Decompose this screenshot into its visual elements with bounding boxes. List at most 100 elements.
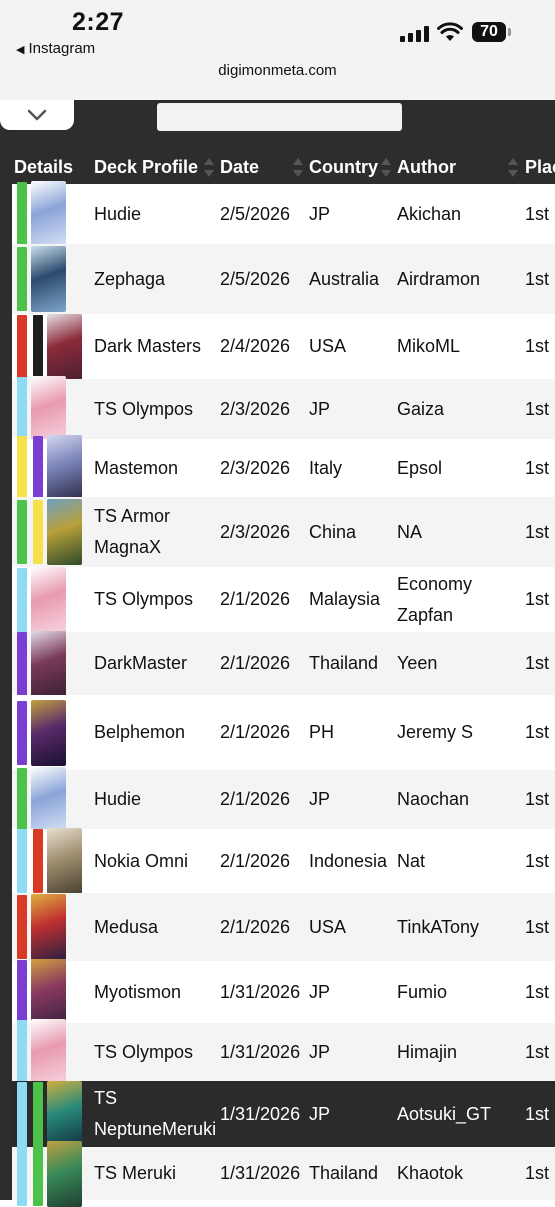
deck-date: 2/3/2026 — [220, 521, 291, 542]
deck-card-image[interactable] — [31, 246, 66, 312]
table-row[interactable]: TS Olympos 1/31/2026 JP Himajin 1st — [12, 1019, 555, 1085]
table-left-edge — [0, 497, 12, 567]
deck-card-image[interactable] — [47, 828, 82, 894]
table-row[interactable]: TS Armor MagnaX 2/3/2026 China NA 1st — [12, 497, 555, 567]
deck-card-image[interactable] — [47, 1140, 82, 1207]
deck-color-bar — [17, 314, 27, 379]
sort-author-icon[interactable] — [508, 155, 518, 181]
deck-card-image[interactable] — [47, 1081, 82, 1147]
deck-author: Aotsuki_GT — [397, 1103, 492, 1124]
deck-name[interactable]: Medusa — [94, 893, 218, 961]
deck-card-image[interactable] — [31, 181, 66, 247]
back-to-app-link[interactable]: ◀ Instagram — [16, 40, 95, 57]
table-row[interactable]: Medusa 2/1/2026 USA TinkATony 1st — [12, 893, 555, 961]
deck-card-image[interactable] — [31, 699, 66, 766]
deck-name[interactable]: Mastemon — [94, 439, 218, 497]
search-input[interactable] — [157, 103, 402, 131]
deck-placement: 1st — [525, 457, 550, 478]
header-placement[interactable]: Plac — [525, 157, 555, 178]
table-row[interactable]: TS Olympos 2/3/2026 JP Gaiza 1st — [12, 376, 555, 442]
deck-card-image[interactable] — [31, 959, 66, 1025]
table-left-edge — [0, 961, 12, 1023]
deck-card-image[interactable] — [31, 766, 66, 833]
deck-name[interactable]: Zephaga — [94, 244, 218, 314]
deck-name[interactable]: TS Armor MagnaX — [94, 497, 218, 567]
deck-card-image[interactable] — [31, 894, 66, 960]
deck-name[interactable]: TS Olympos — [94, 567, 218, 632]
table-row[interactable]: Hudie 2/5/2026 JP Akichan 1st — [12, 181, 555, 247]
deck-name[interactable]: Hudie — [94, 184, 218, 244]
header-deck-profile[interactable]: Deck Profile — [94, 157, 198, 178]
deck-color-bar — [17, 829, 27, 893]
deck-color-bar — [17, 567, 27, 632]
deck-card-image[interactable] — [31, 630, 66, 697]
deck-author: Fumio — [397, 981, 448, 1002]
deck-date: 1/31/2026 — [220, 1041, 301, 1062]
sort-country-icon[interactable] — [381, 155, 391, 181]
deck-date: 2/3/2026 — [220, 398, 291, 419]
deck-name[interactable]: Nokia Omni — [94, 829, 218, 893]
deck-author: Airdramon — [397, 268, 481, 289]
table-left-edge — [0, 1147, 12, 1200]
deck-color-bar — [33, 1141, 43, 1206]
table-left-edge — [0, 829, 12, 893]
deck-card-image[interactable] — [31, 566, 66, 633]
deck-name[interactable]: TS Olympos — [94, 379, 218, 439]
url-bar[interactable]: digimonmeta.com — [0, 62, 555, 79]
table-row[interactable]: TS NeptuneMeruki 1/31/2026 JP Aotsuki_GT 1st — [12, 1081, 555, 1147]
deck-placement: 1st — [525, 203, 550, 224]
deck-color-bar — [17, 895, 27, 959]
table-row[interactable]: Myotismon 1/31/2026 JP Fumio 1st — [12, 959, 555, 1025]
sort-deck-profile-icon[interactable] — [204, 155, 214, 181]
deck-name[interactable]: Myotismon — [94, 961, 218, 1023]
wifi-icon — [437, 22, 463, 41]
table-row[interactable]: Dark Masters 2/4/2026 USA MikoML 1st — [12, 313, 555, 380]
deck-color-bar — [17, 1141, 27, 1206]
deck-placement: 1st — [525, 1103, 550, 1124]
deck-name[interactable]: TS Olympos — [94, 1023, 218, 1081]
deck-name[interactable]: Dark Masters — [94, 314, 218, 379]
deck-author: Jeremy S — [397, 722, 474, 742]
deck-country: JP — [309, 1103, 331, 1124]
deck-card-image[interactable] — [31, 376, 66, 442]
header-author[interactable]: Author — [397, 157, 456, 178]
header-country[interactable]: Country — [309, 157, 378, 178]
deck-color-bar — [17, 767, 27, 832]
deck-author: Nat — [397, 850, 426, 871]
header-details[interactable]: Details — [14, 157, 73, 178]
deck-card-image[interactable] — [47, 499, 82, 565]
deck-country: USA — [309, 916, 347, 937]
deck-country: PH — [309, 722, 335, 742]
deck-placement: 1st — [525, 589, 550, 609]
table-row[interactable]: Hudie 2/1/2026 JP Naochan 1st — [12, 766, 555, 833]
sort-date-icon[interactable] — [293, 155, 303, 181]
table-row[interactable]: TS Olympos 2/1/2026 Malaysia Economy Zapfan… — [12, 566, 555, 633]
deck-name[interactable]: TS Meruki — [94, 1147, 218, 1200]
deck-placement: 1st — [525, 722, 550, 742]
table-row[interactable]: Nokia Omni 2/1/2026 Indonesia Nat 1st — [12, 828, 555, 894]
table-row[interactable]: TS Meruki 1/31/2026 Thailand Khaotok 1st — [12, 1140, 555, 1207]
table-row[interactable]: Zephaga 2/5/2026 Australia Airdramon 1st — [12, 244, 555, 314]
deck-date: 1/31/2026 — [220, 1103, 301, 1124]
deck-name[interactable]: Hudie — [94, 770, 218, 829]
header-date[interactable]: Date — [220, 157, 259, 178]
deck-date: 2/1/2026 — [220, 850, 291, 871]
deck-name[interactable]: Belphemon — [94, 695, 218, 770]
deck-color-bar — [33, 1082, 43, 1146]
filter-toggle-button[interactable] — [0, 100, 74, 130]
deck-date: 2/1/2026 — [220, 916, 291, 937]
deck-country: JP — [309, 203, 331, 224]
table-row[interactable]: Mastemon 2/3/2026 Italy Epsol 1st — [12, 435, 555, 501]
deck-author: Naochan — [397, 789, 470, 809]
deck-card-image[interactable] — [47, 435, 82, 501]
deck-name[interactable]: TS NeptuneMeruki — [94, 1081, 218, 1147]
deck-placement: 1st — [525, 916, 550, 937]
deck-name[interactable]: DarkMaster — [94, 632, 218, 695]
deck-country: China — [309, 521, 357, 542]
table-row[interactable]: Belphemon 2/1/2026 PH Jeremy S 1st — [12, 695, 555, 770]
deck-card-image[interactable] — [47, 313, 82, 380]
deck-color-bar — [17, 960, 27, 1024]
deck-card-image[interactable] — [31, 1019, 66, 1085]
back-app-label: Instagram — [28, 40, 96, 57]
table-row[interactable]: DarkMaster 2/1/2026 Thailand Yeen 1st — [12, 630, 555, 697]
